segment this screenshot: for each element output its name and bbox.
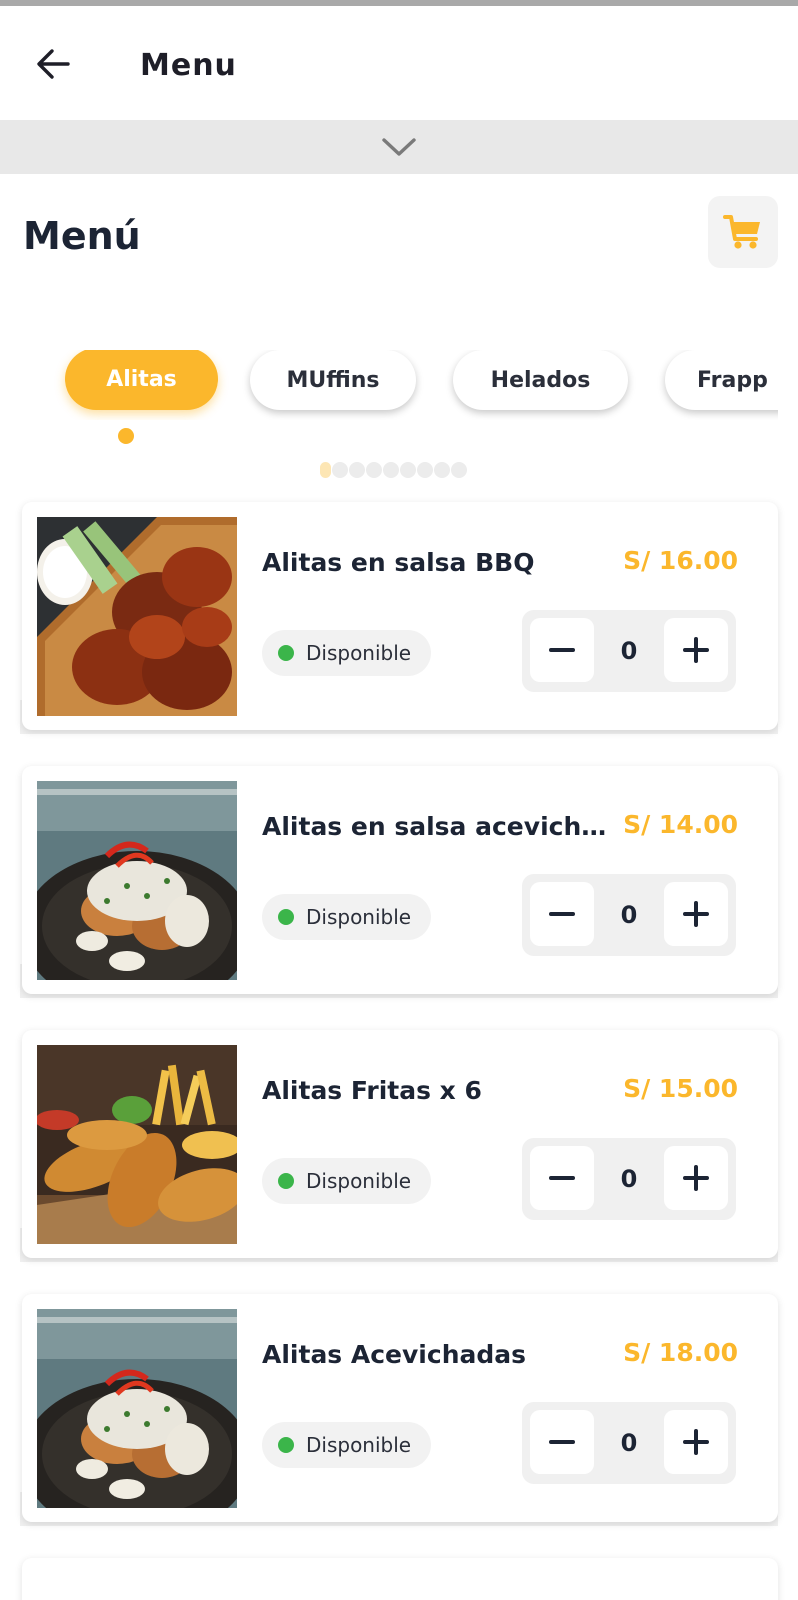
pager-dot — [417, 462, 433, 478]
product-card[interactable] — [22, 1558, 778, 1600]
product-price: S/ 14.00 — [623, 810, 738, 839]
status-badge: Disponible — [262, 630, 432, 676]
status-label: Disponible — [306, 1169, 412, 1193]
plus-icon — [683, 1429, 709, 1455]
quantity-value: 0 — [620, 1165, 638, 1193]
pager-dot-active — [320, 462, 331, 478]
tab-helados[interactable]: Helados — [453, 350, 628, 410]
quantity-stepper: 0 — [522, 1402, 736, 1484]
status-badge: Disponible — [262, 1422, 432, 1468]
quantity-stepper: 0 — [522, 610, 736, 692]
pager-dot — [451, 462, 467, 478]
product-card[interactable]: Alitas en salsa BBQ S/ 16.00 Disponible … — [22, 502, 778, 730]
minus-icon — [549, 648, 575, 652]
plus-icon — [683, 1165, 709, 1191]
quantity-stepper: 0 — [522, 1138, 736, 1220]
product-name: Alitas en salsa acevichada — [262, 812, 612, 841]
cart-button[interactable] — [708, 196, 778, 268]
status-label: Disponible — [306, 641, 412, 665]
back-button[interactable] — [34, 44, 74, 84]
minus-icon — [549, 1176, 575, 1180]
minus-icon — [549, 912, 575, 916]
tab-muffins[interactable]: MUffins — [250, 350, 416, 410]
decrease-button[interactable] — [530, 1410, 594, 1474]
increase-button[interactable] — [664, 1410, 728, 1474]
arrow-left-icon — [37, 49, 70, 79]
available-dot — [278, 1173, 294, 1189]
product-price: S/ 15.00 — [623, 1074, 738, 1103]
status-label: Disponible — [306, 1433, 412, 1457]
increase-button[interactable] — [664, 618, 728, 682]
product-price: S/ 18.00 — [623, 1338, 738, 1367]
category-tabs: Alitas MUffins Helados Frapp — [0, 350, 778, 420]
quantity-value: 0 — [620, 1429, 638, 1457]
pager-dot — [332, 462, 348, 478]
pager-dot — [434, 462, 450, 478]
available-dot — [278, 1437, 294, 1453]
status-label: Disponible — [306, 905, 412, 929]
pager-dot — [366, 462, 382, 478]
pager-dot — [349, 462, 365, 478]
tab-label: Frapp — [697, 367, 768, 393]
product-card[interactable]: Alitas Acevichadas S/ 18.00 Disponible 0 — [22, 1294, 778, 1522]
acevichada-wings-photo — [37, 781, 237, 980]
product-name: Alitas Fritas x 6 — [262, 1076, 482, 1105]
tab-alitas[interactable]: Alitas — [65, 350, 218, 410]
product-price: S/ 16.00 — [623, 546, 738, 575]
status-badge: Disponible — [262, 894, 432, 940]
product-card[interactable]: Alitas Fritas x 6 S/ 15.00 Disponible 0 — [22, 1030, 778, 1258]
available-dot — [278, 645, 294, 661]
minus-icon — [549, 1440, 575, 1444]
pager-dot — [400, 462, 416, 478]
quantity-stepper: 0 — [522, 874, 736, 956]
increase-button[interactable] — [664, 882, 728, 946]
decrease-button[interactable] — [530, 618, 594, 682]
cart-icon — [723, 215, 760, 249]
bbq-wings-photo — [37, 517, 237, 716]
fried-wings-photo — [37, 1045, 237, 1244]
menu-content: Menú Alitas MUffins Helados Frapp Alitas… — [0, 174, 798, 1600]
product-name: Alitas Acevichadas — [262, 1340, 527, 1369]
pager-dot — [383, 462, 399, 478]
page-title: Menú — [23, 214, 141, 258]
chevron-down-icon — [382, 138, 416, 156]
product-list: Alitas en salsa BBQ S/ 16.00 Disponible … — [0, 502, 798, 1600]
product-name: Alitas en salsa BBQ — [262, 548, 535, 577]
tab-label: Helados — [490, 367, 591, 393]
decrease-button[interactable] — [530, 1146, 594, 1210]
status-badge: Disponible — [262, 1158, 432, 1204]
tab-label: MUffins — [286, 367, 380, 393]
category-pager — [320, 462, 467, 478]
acevichada-wings-photo — [37, 1309, 237, 1508]
available-dot — [278, 909, 294, 925]
collapse-toggle[interactable] — [0, 120, 798, 174]
increase-button[interactable] — [664, 1146, 728, 1210]
quantity-value: 0 — [620, 637, 638, 665]
decrease-button[interactable] — [530, 882, 594, 946]
tab-label: Alitas — [106, 366, 177, 392]
selected-tab-indicator — [118, 428, 134, 444]
quantity-value: 0 — [620, 901, 638, 929]
plus-icon — [683, 637, 709, 663]
tab-frapp[interactable]: Frapp — [665, 350, 778, 410]
product-card[interactable]: Alitas en salsa acevichada S/ 14.00 Disp… — [22, 766, 778, 994]
app-bar: Menu — [0, 6, 798, 120]
plus-icon — [683, 901, 709, 927]
app-bar-title: Menu — [140, 48, 237, 83]
